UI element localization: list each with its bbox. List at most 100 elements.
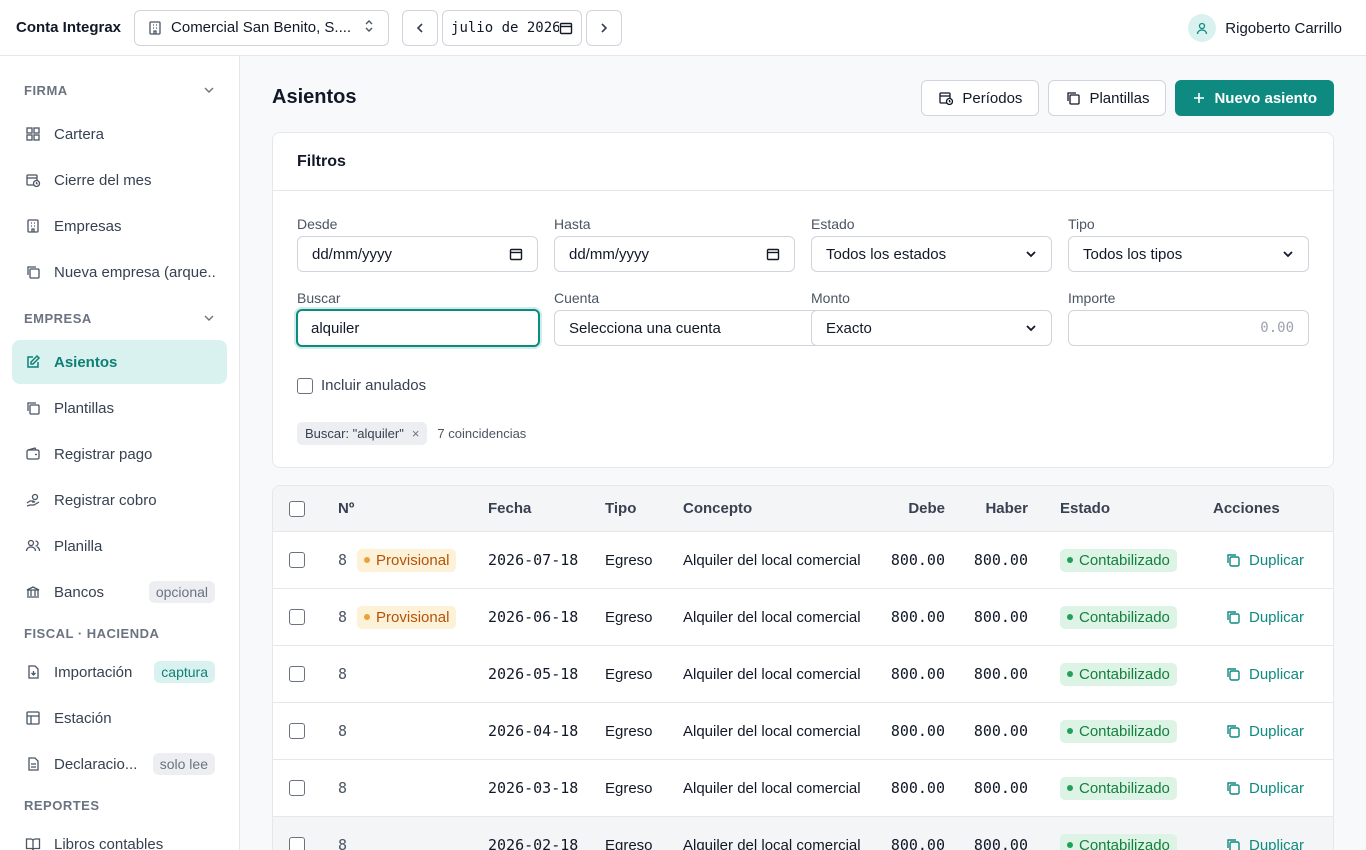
row-checkbox[interactable] — [289, 609, 305, 625]
filters-card: Filtros Desde dd/mm/yyyy Hasta dd/mm/yyy… — [272, 132, 1334, 468]
entry-haber: 800.00 — [973, 608, 1028, 626]
periodos-button[interactable]: Períodos — [921, 80, 1040, 116]
row-checkbox[interactable] — [289, 723, 305, 739]
select-all-checkbox[interactable] — [289, 500, 305, 517]
entry-haber: 800.00 — [973, 665, 1028, 683]
incluir-anulados-toggle[interactable]: Incluir anulados — [297, 377, 426, 394]
entry-date: 2026-02-18 — [488, 836, 579, 850]
calendar-icon[interactable] — [509, 247, 523, 261]
table-row[interactable]: 8 Provisional 2026-07-18 Egreso Alquiler del… — [273, 532, 1333, 589]
sidebar-item-planilla[interactable]: Planilla — [12, 524, 227, 568]
monto-label: Monto — [811, 290, 850, 306]
entry-concept[interactable]: Alquiler del local comercial — [683, 760, 861, 816]
row-checkbox[interactable] — [289, 780, 305, 796]
sidebar-item-empresas[interactable]: Empresas — [12, 204, 227, 248]
entry-concept[interactable]: Alquiler del local comercial — [683, 703, 861, 759]
plantillas-button[interactable]: Plantillas — [1048, 80, 1167, 116]
col-fecha[interactable]: Fecha — [488, 486, 531, 531]
desde-date-input[interactable]: dd/mm/yyyy — [297, 236, 538, 272]
sidebar-item-importacion[interactable]: Importación captura — [12, 650, 227, 694]
duplicar-button[interactable]: Duplicar — [1225, 552, 1304, 569]
table-row[interactable]: 8 Provisional 2026-06-18 Egreso Alquiler del… — [273, 589, 1333, 646]
table-row[interactable]: 8 2026-03-18 Egreso Alquiler del local come… — [273, 760, 1333, 817]
chevron-left-icon — [416, 22, 423, 33]
sidebar-item-registrar-pago[interactable]: Registrar pago — [12, 432, 227, 476]
table-row[interactable]: 8 2026-05-18 Egreso Alquiler del local come… — [273, 646, 1333, 703]
status-badge: Contabilizado — [1060, 776, 1177, 800]
row-checkbox[interactable] — [289, 837, 305, 850]
sidebar-item-asientos[interactable]: Asientos — [12, 340, 227, 384]
section-empresa[interactable]: EMPRESA — [12, 296, 227, 340]
tipo-select[interactable]: Todos los tipos — [1068, 236, 1309, 272]
sidebar-item-plantillas[interactable]: Plantillas — [12, 386, 227, 430]
next-month-button[interactable] — [586, 9, 623, 46]
duplicar-button[interactable]: Duplicar — [1225, 609, 1304, 626]
col-num[interactable]: Nº — [338, 486, 354, 531]
entry-number: 8 — [338, 836, 348, 850]
sidebar-item-cierre[interactable]: Cierre del mes — [12, 158, 227, 202]
sidebar-item-estacion[interactable]: Estación — [12, 696, 227, 740]
sidebar-item-nueva-empresa[interactable]: Nueva empresa (arque... — [12, 250, 227, 294]
duplicar-button[interactable]: Duplicar — [1225, 723, 1304, 740]
entry-concept[interactable]: Alquiler del local comercial — [683, 532, 861, 588]
page-title: Asientos — [272, 86, 357, 108]
entry-concept[interactable]: Alquiler del local comercial — [683, 817, 861, 850]
section-fiscal: FISCAL · HACIENDA — [24, 625, 160, 641]
monto-select[interactable]: Exacto — [811, 310, 1052, 346]
sidebar-item-declaraciones[interactable]: Declaracio... solo lee — [12, 742, 227, 786]
status-badge: Contabilizado — [1060, 719, 1177, 743]
importe-input[interactable]: 0.00 — [1068, 310, 1309, 346]
sidebar-item-cartera[interactable]: Cartera — [12, 112, 227, 156]
entry-date: 2026-05-18 — [488, 665, 579, 683]
prev-month-button[interactable] — [402, 9, 439, 46]
duplicar-button[interactable]: Duplicar — [1225, 666, 1304, 683]
bank-icon — [24, 583, 42, 601]
table-row[interactable]: 8 2026-04-18 Egreso Alquiler del local come… — [273, 703, 1333, 760]
col-estado[interactable]: Estado — [1060, 486, 1110, 531]
copy-icon — [1227, 554, 1240, 567]
hasta-date-input[interactable]: dd/mm/yyyy — [554, 236, 795, 272]
row-checkbox[interactable] — [289, 666, 305, 682]
sidebar-item-registrar-cobro[interactable]: Registrar cobro — [12, 478, 227, 522]
badge-opcional: opcional — [148, 581, 215, 603]
incluir-anulados-checkbox[interactable] — [297, 377, 313, 394]
company-select[interactable]: Comercial San Benito, S.... — [134, 9, 390, 46]
chevron-down-icon — [1026, 325, 1036, 332]
avatar — [1188, 14, 1217, 42]
sidebar-item-libros[interactable]: Libros contables — [12, 822, 227, 850]
col-debe[interactable]: Debe — [863, 486, 945, 531]
edit-icon — [24, 353, 42, 371]
calendar-clock-icon — [24, 171, 42, 189]
calendar-icon[interactable] — [766, 247, 780, 261]
copy-icon — [1227, 668, 1240, 681]
hasta-label: Hasta — [554, 216, 591, 232]
entry-concept[interactable]: Alquiler del local comercial — [683, 646, 861, 702]
sidebar-item-bancos[interactable]: Bancos opcional — [12, 570, 227, 614]
company-name: Comercial San Benito, S.... — [171, 19, 352, 36]
buscar-input[interactable]: alquiler — [296, 309, 540, 347]
col-concepto[interactable]: Concepto — [683, 486, 752, 531]
calendar-icon[interactable] — [559, 21, 573, 35]
chevron-down-icon — [204, 87, 214, 93]
estado-select[interactable]: Todos los estados — [811, 236, 1052, 272]
duplicar-button[interactable]: Duplicar — [1225, 837, 1304, 850]
row-checkbox[interactable] — [289, 552, 305, 568]
entry-number: 8 — [338, 551, 348, 569]
section-reportes: REPORTES — [24, 797, 100, 813]
filter-chip: Buscar: "alquiler" × — [297, 422, 428, 445]
close-icon[interactable]: × — [412, 426, 420, 441]
month-input[interactable]: julio de 2026 — [442, 9, 583, 46]
provisional-badge: Provisional — [357, 605, 457, 629]
entry-date: 2026-06-18 — [488, 608, 579, 626]
cuenta-select[interactable]: Selecciona una cuenta — [554, 310, 816, 346]
duplicar-button[interactable]: Duplicar — [1225, 780, 1304, 797]
nuevo-asiento-button[interactable]: Nuevo asiento — [1175, 80, 1334, 116]
col-haber[interactable]: Haber — [945, 486, 1028, 531]
entry-concept[interactable]: Alquiler del local comercial — [683, 589, 861, 645]
entry-debe: 800.00 — [890, 836, 945, 850]
user-menu[interactable]: Rigoberto Carrillo — [1188, 14, 1342, 42]
col-tipo[interactable]: Tipo — [605, 486, 636, 531]
copy-icon — [1227, 725, 1240, 738]
section-firma[interactable]: FIRMA — [12, 68, 227, 112]
table-row[interactable]: 8 2026-02-18 Egreso Alquiler del local come… — [273, 817, 1333, 850]
